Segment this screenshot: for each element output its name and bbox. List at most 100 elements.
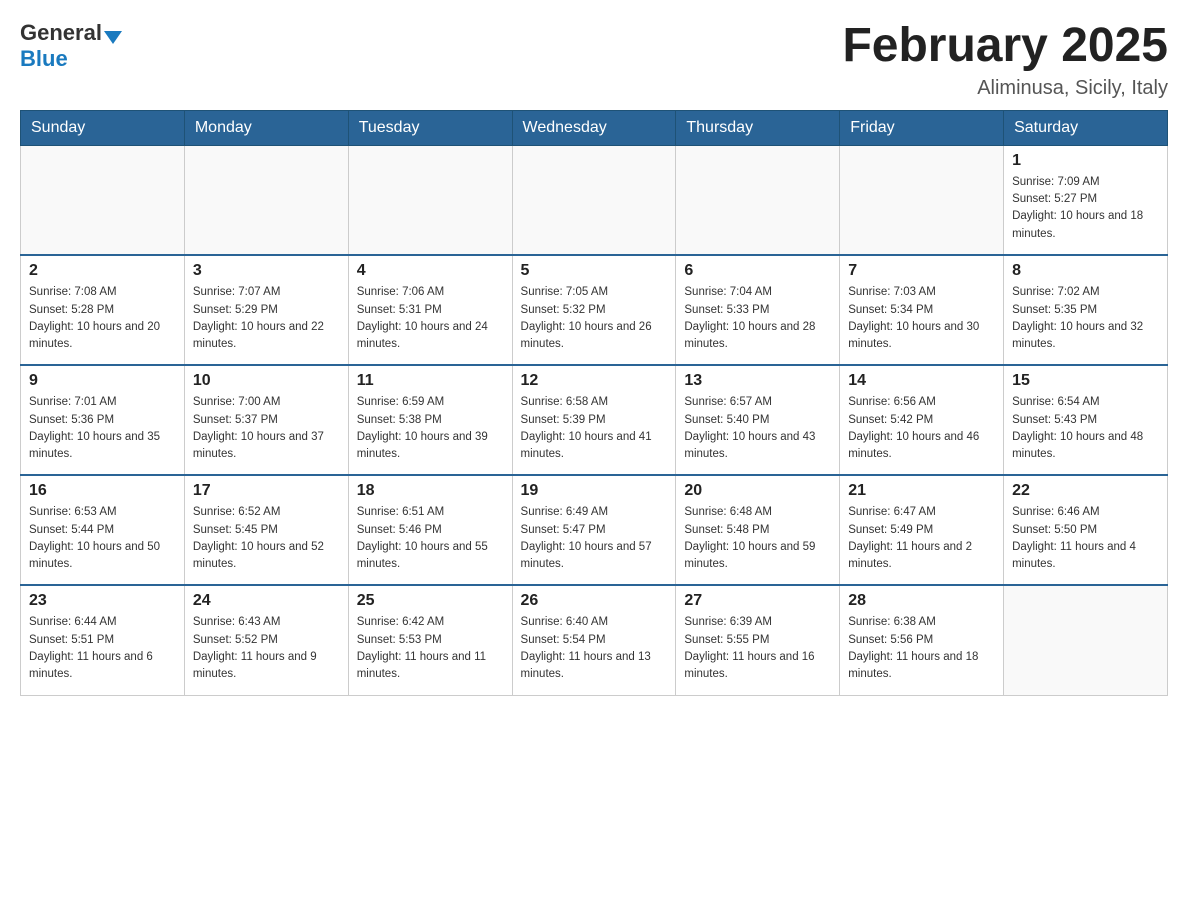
table-row: 11 Sunrise: 6:59 AMSunset: 5:38 PMDayligh… — [348, 365, 512, 475]
day-info: Sunrise: 7:00 AMSunset: 5:37 PMDaylight:… — [193, 394, 340, 463]
day-number: 8 — [1012, 262, 1159, 280]
table-row — [1004, 585, 1168, 695]
day-number: 17 — [193, 482, 340, 500]
day-number: 14 — [848, 372, 995, 390]
table-row: 13 Sunrise: 6:57 AMSunset: 5:40 PMDayligh… — [676, 365, 840, 475]
title-section: February 2025 Aliminusa, Sicily, Italy — [842, 20, 1168, 100]
calendar-week-row: 9 Sunrise: 7:01 AMSunset: 5:36 PMDaylight… — [21, 365, 1168, 475]
day-number: 2 — [29, 262, 176, 280]
days-of-week-row: Sunday Monday Tuesday Wednesday Thursday… — [21, 110, 1168, 145]
page-header: General Blue February 2025 Aliminusa, Si… — [20, 20, 1168, 100]
calendar-week-row: 2 Sunrise: 7:08 AMSunset: 5:28 PMDaylight… — [21, 255, 1168, 365]
day-number: 7 — [848, 262, 995, 280]
day-info: Sunrise: 6:40 AMSunset: 5:54 PMDaylight:… — [521, 614, 668, 683]
calendar-week-row: 23Sunrise: 6:44 AMSunset: 5:51 PMDayligh… — [21, 585, 1168, 695]
day-number: 13 — [684, 372, 831, 390]
day-info: Sunrise: 6:43 AMSunset: 5:52 PMDaylight:… — [193, 614, 340, 683]
table-row — [840, 145, 1004, 255]
calendar-week-row: 16 Sunrise: 6:53 AMSunset: 5:44 PMDayligh… — [21, 475, 1168, 585]
day-number: 23 — [29, 592, 176, 610]
day-number: 26 — [521, 592, 668, 610]
table-row: 8 Sunrise: 7:02 AMSunset: 5:35 PMDaylight… — [1004, 255, 1168, 365]
day-info: Sunrise: 6:57 AMSunset: 5:40 PMDaylight:… — [684, 394, 831, 463]
table-row: 1Sunrise: 7:09 AMSunset: 5:27 PMDaylight… — [1004, 145, 1168, 255]
day-info: Sunrise: 6:38 AMSunset: 5:56 PMDaylight:… — [848, 614, 995, 683]
day-number: 15 — [1012, 372, 1159, 390]
day-info: Sunrise: 7:04 AMSunset: 5:33 PMDaylight:… — [684, 284, 831, 353]
day-info: Sunrise: 6:59 AMSunset: 5:38 PMDaylight:… — [357, 394, 504, 463]
table-row: 14 Sunrise: 6:56 AMSunset: 5:42 PMDayligh… — [840, 365, 1004, 475]
day-number: 19 — [521, 482, 668, 500]
day-info: Sunrise: 6:53 AMSunset: 5:44 PMDaylight:… — [29, 504, 176, 573]
table-row: 7 Sunrise: 7:03 AMSunset: 5:34 PMDaylight… — [840, 255, 1004, 365]
table-row: 27 Sunrise: 6:39 AMSunset: 5:55 PMDayligh… — [676, 585, 840, 695]
table-row: 12Sunrise: 6:58 AMSunset: 5:39 PMDayligh… — [512, 365, 676, 475]
table-row — [184, 145, 348, 255]
col-thursday: Thursday — [676, 110, 840, 145]
day-number: 28 — [848, 592, 995, 610]
day-info: Sunrise: 7:05 AMSunset: 5:32 PMDaylight:… — [521, 284, 668, 353]
table-row: 3 Sunrise: 7:07 AMSunset: 5:29 PMDaylight… — [184, 255, 348, 365]
table-row: 25Sunrise: 6:42 AMSunset: 5:53 PMDayligh… — [348, 585, 512, 695]
table-row: 5 Sunrise: 7:05 AMSunset: 5:32 PMDaylight… — [512, 255, 676, 365]
day-info: Sunrise: 7:02 AMSunset: 5:35 PMDaylight:… — [1012, 284, 1159, 353]
day-number: 10 — [193, 372, 340, 390]
table-row: 20Sunrise: 6:48 AMSunset: 5:48 PMDayligh… — [676, 475, 840, 585]
col-monday: Monday — [184, 110, 348, 145]
day-info: Sunrise: 7:06 AMSunset: 5:31 PMDaylight:… — [357, 284, 504, 353]
table-row: 2 Sunrise: 7:08 AMSunset: 5:28 PMDaylight… — [21, 255, 185, 365]
logo-arrow-icon — [104, 31, 122, 44]
table-row: 16 Sunrise: 6:53 AMSunset: 5:44 PMDayligh… — [21, 475, 185, 585]
logo-general-text: General — [20, 20, 102, 46]
table-row: 22 Sunrise: 6:46 AMSunset: 5:50 PMDayligh… — [1004, 475, 1168, 585]
col-saturday: Saturday — [1004, 110, 1168, 145]
table-row: 21 Sunrise: 6:47 AMSunset: 5:49 PMDayligh… — [840, 475, 1004, 585]
table-row: 6 Sunrise: 7:04 AMSunset: 5:33 PMDaylight… — [676, 255, 840, 365]
table-row — [512, 145, 676, 255]
table-row: 17 Sunrise: 6:52 AMSunset: 5:45 PMDayligh… — [184, 475, 348, 585]
day-number: 22 — [1012, 482, 1159, 500]
table-row: 18Sunrise: 6:51 AMSunset: 5:46 PMDayligh… — [348, 475, 512, 585]
day-info: Sunrise: 6:48 AMSunset: 5:48 PMDaylight:… — [684, 504, 831, 573]
day-number: 21 — [848, 482, 995, 500]
day-info: Sunrise: 6:56 AMSunset: 5:42 PMDaylight:… — [848, 394, 995, 463]
day-info: Sunrise: 6:42 AMSunset: 5:53 PMDaylight:… — [357, 614, 504, 683]
day-info: Sunrise: 6:49 AMSunset: 5:47 PMDaylight:… — [521, 504, 668, 573]
day-number: 16 — [29, 482, 176, 500]
day-number: 12 — [521, 372, 668, 390]
day-info: Sunrise: 7:03 AMSunset: 5:34 PMDaylight:… — [848, 284, 995, 353]
table-row: 19 Sunrise: 6:49 AMSunset: 5:47 PMDayligh… — [512, 475, 676, 585]
table-row — [21, 145, 185, 255]
day-info: Sunrise: 6:46 AMSunset: 5:50 PMDaylight:… — [1012, 504, 1159, 573]
day-number: 27 — [684, 592, 831, 610]
day-info: Sunrise: 6:39 AMSunset: 5:55 PMDaylight:… — [684, 614, 831, 683]
table-row — [676, 145, 840, 255]
day-number: 6 — [684, 262, 831, 280]
table-row: 15 Sunrise: 6:54 AMSunset: 5:43 PMDayligh… — [1004, 365, 1168, 475]
table-row: 10 Sunrise: 7:00 AMSunset: 5:37 PMDayligh… — [184, 365, 348, 475]
day-number: 24 — [193, 592, 340, 610]
day-number: 3 — [193, 262, 340, 280]
day-number: 11 — [357, 372, 504, 390]
table-row: 24 Sunrise: 6:43 AMSunset: 5:52 PMDayligh… — [184, 585, 348, 695]
col-tuesday: Tuesday — [348, 110, 512, 145]
table-row — [348, 145, 512, 255]
day-number: 9 — [29, 372, 176, 390]
day-number: 1 — [1012, 152, 1159, 170]
day-number: 18 — [357, 482, 504, 500]
table-row: 9 Sunrise: 7:01 AMSunset: 5:36 PMDaylight… — [21, 365, 185, 475]
day-info: Sunrise: 7:08 AMSunset: 5:28 PMDaylight:… — [29, 284, 176, 353]
day-info: Sunrise: 7:01 AMSunset: 5:36 PMDaylight:… — [29, 394, 176, 463]
day-info: Sunrise: 6:54 AMSunset: 5:43 PMDaylight:… — [1012, 394, 1159, 463]
col-sunday: Sunday — [21, 110, 185, 145]
day-number: 4 — [357, 262, 504, 280]
day-info: Sunrise: 6:52 AMSunset: 5:45 PMDaylight:… — [193, 504, 340, 573]
calendar-week-row: 1Sunrise: 7:09 AMSunset: 5:27 PMDaylight… — [21, 145, 1168, 255]
calendar-title: February 2025 — [842, 20, 1168, 73]
logo-blue-text: Blue — [20, 46, 68, 72]
day-info: Sunrise: 7:07 AMSunset: 5:29 PMDaylight:… — [193, 284, 340, 353]
day-number: 5 — [521, 262, 668, 280]
day-info: Sunrise: 6:47 AMSunset: 5:49 PMDaylight:… — [848, 504, 995, 573]
table-row: 26 Sunrise: 6:40 AMSunset: 5:54 PMDayligh… — [512, 585, 676, 695]
col-friday: Friday — [840, 110, 1004, 145]
